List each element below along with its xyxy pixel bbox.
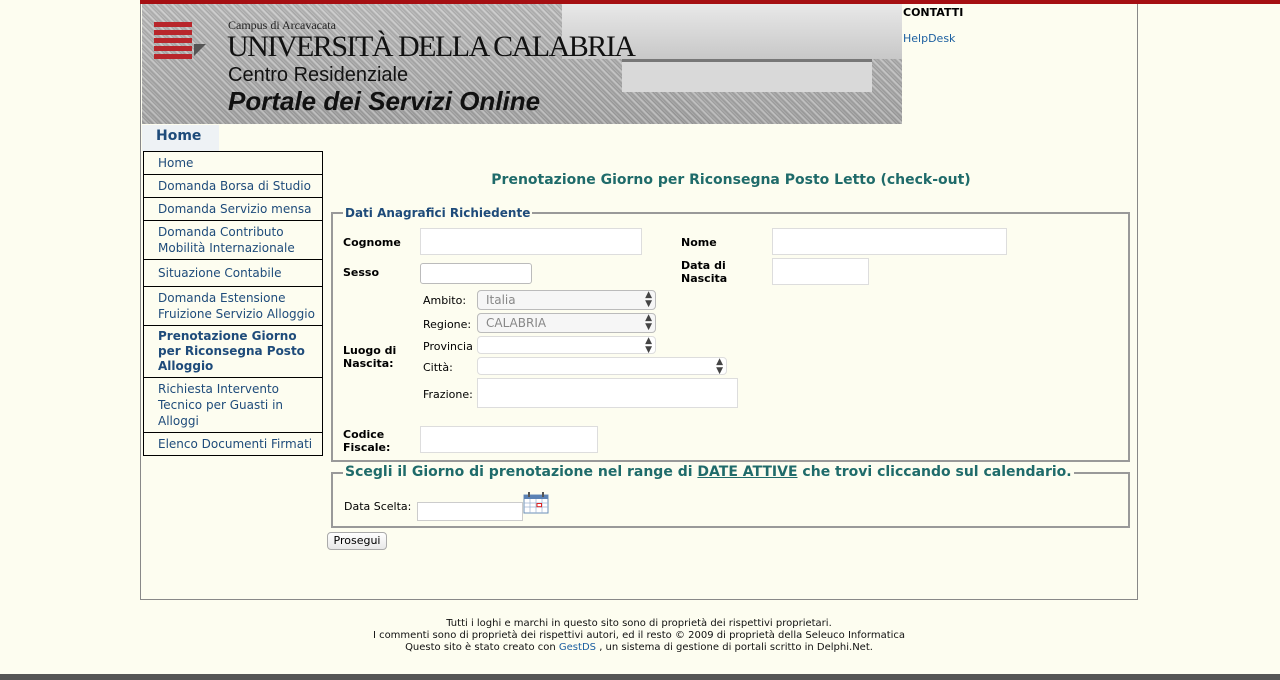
contatti-heading: CONTATTI <box>903 6 964 19</box>
sidebar-item-prenotazione-riconsegna[interactable]: Prenotazione Giorno per Riconsegna Posto… <box>143 326 323 378</box>
footer-line-3-post: , un sistema di gestione di portali scri… <box>599 642 873 653</box>
prenotazione-legend: Scegli il Giorno di prenotazione nel ran… <box>343 464 1074 480</box>
banner-building <box>622 59 872 92</box>
sidebar-item-intervento-tecnico[interactable]: Richiesta Intervento Tecnico per Guasti … <box>143 378 323 433</box>
anagrafica-legend: Dati Anagrafici Richiedente <box>343 206 533 220</box>
citta-select[interactable]: ▲ ▼ <box>477 357 727 376</box>
provincia-label: Provincia <box>423 340 473 353</box>
codice-fiscale-field[interactable] <box>420 426 598 453</box>
ambito-select[interactable]: Italia ▲ ▼ <box>477 290 656 310</box>
footer-line-3: Questo sito è stato creato con GestDS , … <box>140 642 1138 654</box>
data-nascita-field[interactable] <box>772 258 869 285</box>
sidebar-item-home[interactable]: Home <box>143 151 323 175</box>
tab-home[interactable]: Home <box>142 125 219 151</box>
regione-value: CALABRIA <box>486 316 547 330</box>
footer-line-1: Tutti i loghi e marchi in questo sito so… <box>446 618 832 629</box>
data-scelta-label: Data Scelta: <box>344 500 412 513</box>
date-attive-link[interactable]: DATE ATTIVE <box>697 464 797 480</box>
cognome-field[interactable] <box>420 228 642 255</box>
codice-fiscale-label: Codice Fiscale: <box>343 428 391 454</box>
citta-label: Città: <box>423 361 453 374</box>
bottom-strip <box>0 674 1280 680</box>
ambito-value: Italia <box>486 293 516 307</box>
regione-select[interactable]: CALABRIA ▲ ▼ <box>477 313 656 333</box>
frazione-label: Frazione: <box>423 388 473 401</box>
centro-residenziale-text: Centro Residenziale <box>228 64 409 86</box>
nome-field[interactable] <box>772 228 1007 255</box>
helpdesk-link[interactable]: HelpDesk <box>903 32 955 45</box>
sidebar-item-borsa-studio[interactable]: Domanda Borsa di Studio <box>143 175 323 198</box>
legend-text-post: che trovi cliccando sul calendario. <box>802 464 1072 480</box>
data-nascita-label: Data di Nascita <box>681 259 728 285</box>
anagrafica-fieldset: Dati Anagrafici Richiedente Cognome Nome… <box>331 206 1130 462</box>
sidebar-menu: Home Domanda Borsa di Studio Domanda Ser… <box>143 151 323 456</box>
header-banner: Campus di Arcavacata UNIVERSITÀ DELLA CA… <box>142 4 902 124</box>
provincia-select[interactable]: ▲ ▼ <box>477 336 656 355</box>
frazione-field[interactable] <box>477 378 738 408</box>
university-logo-icon <box>154 22 206 62</box>
left-background <box>0 0 140 680</box>
data-scelta-field[interactable] <box>417 502 523 521</box>
sidebar-item-estensione-alloggio[interactable]: Domanda Estensione Fruizione Servizio Al… <box>143 287 323 326</box>
sidebar-item-mobilita[interactable]: Domanda Contributo Mobilità Internaziona… <box>143 221 323 260</box>
calendar-icon[interactable] <box>523 492 549 514</box>
sesso-label: Sesso <box>343 266 380 279</box>
gestds-link[interactable]: GestDS <box>559 642 596 653</box>
page-container: Campus di Arcavacata UNIVERSITÀ DELLA CA… <box>140 4 1138 600</box>
footer-line-3-pre: Questo sito è stato creato con <box>405 642 556 653</box>
page-title: Prenotazione Giorno per Riconsegna Posto… <box>491 172 971 188</box>
university-name: UNIVERSITÀ DELLA CALABRIA <box>227 30 636 63</box>
chevron-updown-icon: ▲ ▼ <box>716 357 723 376</box>
sidebar-item-documenti-firmati[interactable]: Elenco Documenti Firmati <box>143 433 323 456</box>
portal-title: Portale dei Servizi Online <box>228 86 541 116</box>
chevron-updown-icon: ▲ ▼ <box>645 313 652 332</box>
sesso-select[interactable] <box>420 263 532 284</box>
ambito-label: Ambito: <box>423 294 467 307</box>
nome-label: Nome <box>681 236 717 249</box>
prenotazione-fieldset: Scegli il Giorno di prenotazione nel ran… <box>331 464 1130 528</box>
chevron-updown-icon: ▲ ▼ <box>645 336 652 355</box>
chevron-updown-icon: ▲ ▼ <box>645 290 652 309</box>
regione-label: Regione: <box>423 318 472 331</box>
prosegui-button[interactable]: Prosegui <box>327 532 387 550</box>
cognome-label: Cognome <box>343 236 401 249</box>
sidebar-item-servizio-mensa[interactable]: Domanda Servizio mensa <box>143 198 323 221</box>
footer-line-2: I commenti sono di proprietà dei rispett… <box>372 630 906 641</box>
legend-text-pre: Scegli il Giorno di prenotazione nel ran… <box>345 464 693 480</box>
sidebar-item-situazione-contabile[interactable]: Situazione Contabile <box>143 260 323 287</box>
luogo-nascita-label: Luogo di Nascita: <box>343 344 397 370</box>
footer: Tutti i loghi e marchi in questo sito so… <box>140 618 1138 654</box>
